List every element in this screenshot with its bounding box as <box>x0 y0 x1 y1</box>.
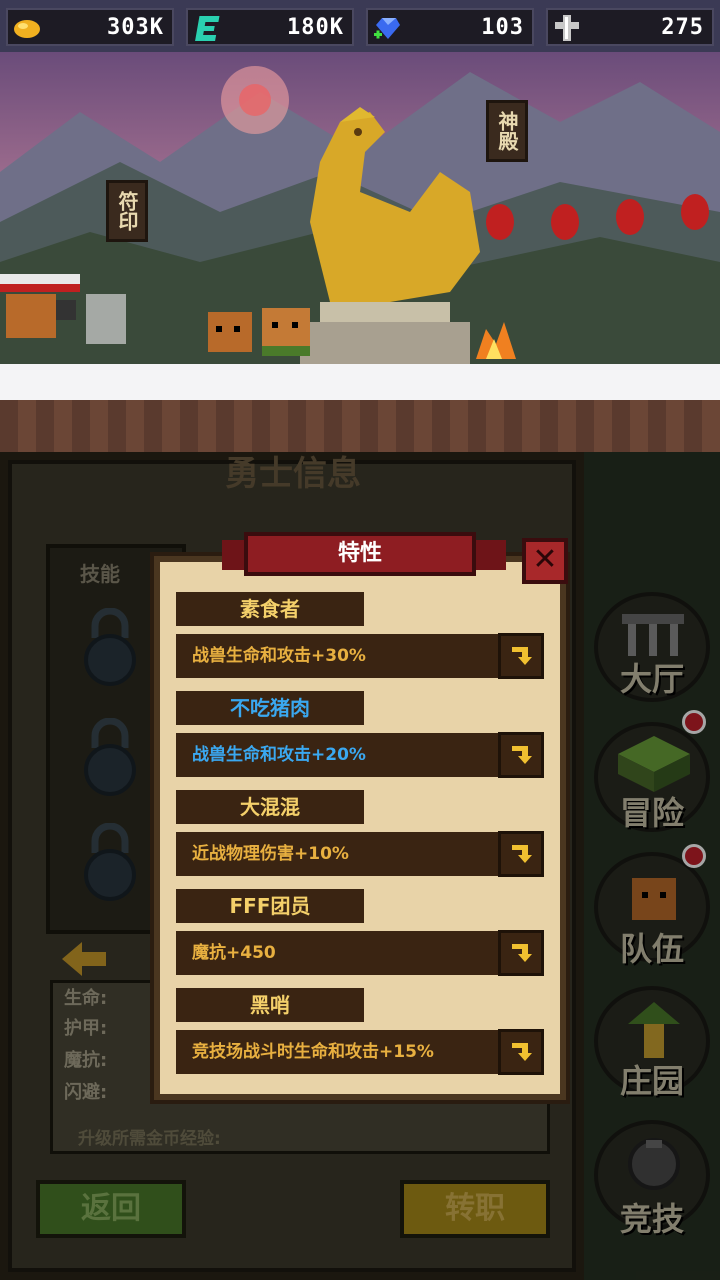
exp-value: 180K <box>287 15 344 40</box>
exp-counter[interactable]: 180K <box>186 8 354 46</box>
trait-description: 战兽生命和攻击+30% <box>176 634 498 678</box>
trait-name: FFF团员 <box>176 889 364 923</box>
change-arrow-icon <box>509 941 533 965</box>
trait-description: 竞技场战斗时生命和攻击+15% <box>176 1030 498 1074</box>
gem-counter[interactable]: 103 <box>366 8 534 46</box>
enemy-character[interactable] <box>0 264 130 354</box>
lanterns <box>486 194 709 240</box>
close-button[interactable]: ✕ <box>522 538 568 584</box>
trait-description: 近战物理伤害+10% <box>176 832 498 876</box>
resource-bar: 303K 180K 103 275 <box>0 0 720 52</box>
trait-description: 魔抗+450 <box>176 931 498 975</box>
change-arrow-icon <box>509 842 533 866</box>
trait-change-button[interactable] <box>498 732 544 778</box>
trait-change-button[interactable] <box>498 633 544 679</box>
dirt-ground <box>0 400 720 452</box>
trait-change-button[interactable] <box>498 1029 544 1075</box>
blue-gem-icon <box>374 18 400 39</box>
gold-counter[interactable]: 303K <box>6 8 174 46</box>
medal-value: 275 <box>661 15 704 40</box>
trait-name: 黑哨 <box>176 988 364 1022</box>
snow-ground <box>0 364 720 400</box>
trait-name: 素食者 <box>176 592 364 626</box>
change-arrow-icon <box>509 1040 533 1064</box>
gold-value: 303K <box>107 15 164 40</box>
trait-change-button[interactable] <box>498 930 544 976</box>
trait-name: 不吃猪肉 <box>176 691 364 725</box>
trait-name: 大混混 <box>176 790 364 824</box>
game-scene[interactable]: 符印 神殿 <box>0 52 720 452</box>
ribbon-right <box>476 540 506 570</box>
gem-value: 103 <box>481 15 524 40</box>
gold-nugget-icon <box>14 20 40 38</box>
modal-title: 特性 <box>244 532 476 576</box>
hero-characters[interactable] <box>200 292 320 367</box>
campfire <box>476 322 516 359</box>
sign-left: 符印 <box>106 180 148 242</box>
sign-right: 神殿 <box>486 100 528 162</box>
trait-description: 战兽生命和攻击+20% <box>176 733 498 777</box>
change-arrow-icon <box>509 644 533 668</box>
trait-change-button[interactable] <box>498 831 544 877</box>
medal-counter[interactable]: 275 <box>546 8 714 46</box>
green-e-icon <box>195 16 220 41</box>
silver-cross-icon <box>555 15 579 41</box>
change-arrow-icon <box>509 743 533 767</box>
